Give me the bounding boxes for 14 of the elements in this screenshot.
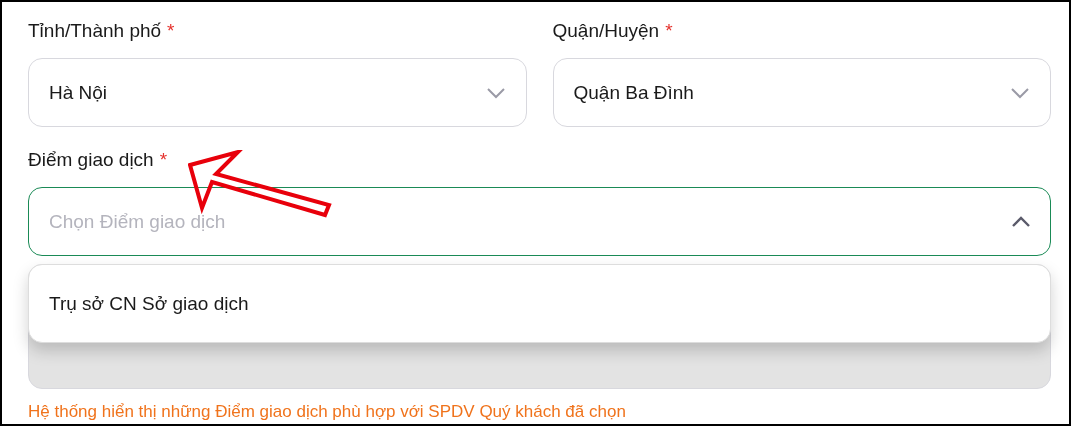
select-field[interactable]: Hà Nội bbox=[28, 58, 527, 127]
select-field[interactable]: Chọn Điểm giao dịch bbox=[28, 187, 1051, 256]
hint-text: Hệ thống hiển thị những Điểm giao dịch phù hợp với SPDV Quý khách đã chọn bbox=[28, 402, 627, 422]
required-mark: * bbox=[159, 149, 168, 172]
chevron-down-icon bbox=[485, 86, 506, 99]
chevron-up-icon bbox=[1011, 216, 1031, 228]
field-label: Quận/Huyện bbox=[552, 20, 660, 43]
chevron-down-icon bbox=[1010, 86, 1030, 99]
select-field[interactable]: Quận Ba Đình bbox=[552, 58, 1051, 127]
dropdown-option[interactable]: Trụ sở CN Sở giao dịch bbox=[29, 292, 1050, 315]
field-label: Điểm giao dịch bbox=[28, 149, 154, 172]
required-mark: * bbox=[167, 20, 175, 43]
field-label: Tỉnh/Thành phố bbox=[28, 20, 162, 43]
required-mark: * bbox=[665, 20, 673, 43]
